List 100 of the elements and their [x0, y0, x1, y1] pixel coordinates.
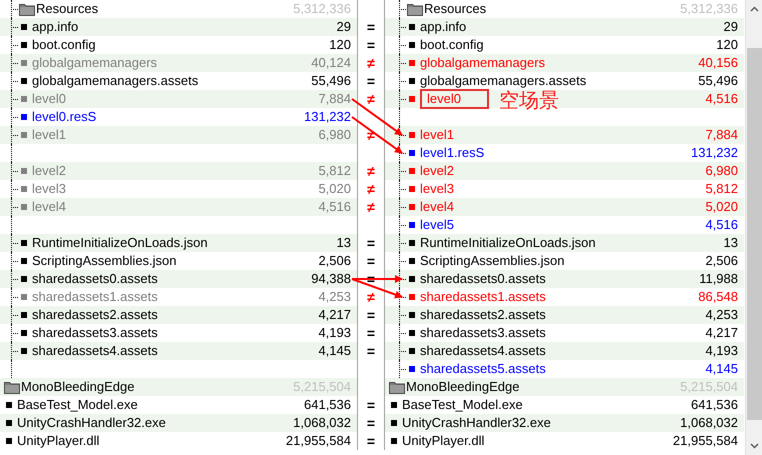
file-name[interactable]: globalgamemanagers.assets [420, 73, 586, 89]
file-size: 641,536 [691, 396, 739, 414]
arrow [351, 116, 403, 154]
file-size: 5,812 [318, 162, 352, 180]
file-name[interactable]: ScriptingAssemblies.json [32, 253, 177, 269]
compare-symbol: = [366, 433, 376, 449]
file-size: 1,068,032 [293, 414, 352, 432]
scroll-up-icon[interactable] [750, 6, 758, 12]
folder-icon [19, 2, 35, 16]
compare-symbol: = [366, 343, 376, 359]
file-size: 4,253 [318, 288, 352, 306]
file-size: 11,988 [699, 270, 739, 288]
folder-icon [4, 380, 20, 394]
file-name[interactable]: BaseTest_Model.exe [17, 397, 138, 413]
file-name[interactable]: sharedassets5.assets [420, 361, 546, 377]
file-size: 4,145 [705, 360, 739, 378]
file-name[interactable]: UnityPlayer.dll [402, 433, 484, 449]
file-name[interactable]: RuntimeInitializeOnLoads.json [420, 235, 596, 251]
file-name[interactable]: globalgamemanagers [32, 55, 158, 71]
file-size: 2,506 [705, 252, 739, 270]
compare-symbol: = [366, 73, 376, 89]
file-name[interactable]: RuntimeInitializeOnLoads.json [32, 235, 208, 251]
file-name[interactable]: level3 [32, 181, 66, 197]
file-size: 1,068,032 [680, 414, 739, 432]
file-name[interactable]: app.info [32, 19, 78, 35]
file-size: 4,217 [705, 324, 739, 342]
file-size: 29 [724, 18, 739, 36]
file-name[interactable]: globalgamemanagers [420, 55, 546, 71]
file-size: 120 [329, 36, 352, 54]
file-name[interactable]: globalgamemanagers.assets [32, 73, 198, 89]
file-size: 7,884 [705, 126, 739, 144]
compare-symbol: = [366, 307, 376, 323]
file-name[interactable]: MonoBleedingEdge [21, 379, 134, 395]
file-name[interactable]: sharedassets2.assets [32, 307, 158, 323]
file-size: 5,312,336 [293, 0, 352, 18]
file-name[interactable]: level4 [420, 199, 454, 215]
file-name[interactable]: sharedassets2.assets [420, 307, 546, 323]
file-name[interactable]: level2 [420, 163, 454, 179]
file-name[interactable]: sharedassets0.assets [32, 271, 158, 287]
file-size: 40,156 [698, 54, 739, 72]
file-name[interactable]: level2 [32, 163, 66, 179]
file-size: 4,516 [318, 198, 352, 216]
file-size: 94,388 [311, 270, 352, 288]
file-name[interactable]: level5 [420, 217, 454, 233]
folder-icon [389, 380, 405, 394]
file-name[interactable]: Resources [36, 1, 98, 17]
file-size: 4,253 [705, 306, 739, 324]
file-size: 4,516 [705, 90, 739, 108]
file-size: 13 [336, 234, 352, 252]
file-name[interactable]: boot.config [32, 37, 96, 53]
file-name[interactable]: UnityCrashHandler32.exe [17, 415, 166, 431]
file-name[interactable]: level0 [32, 91, 66, 107]
compare-symbol: ≠ [367, 289, 375, 305]
scrollbar-thumb[interactable] [746, 48, 762, 420]
file-size: 5,812 [705, 180, 739, 198]
file-name[interactable]: app.info [420, 19, 466, 35]
file-size: 131,232 [691, 144, 739, 162]
compare-symbol: ≠ [367, 91, 375, 107]
file-name[interactable]: Resources [424, 1, 486, 17]
file-size: 5,020 [318, 180, 352, 198]
file-size: 131,232 [304, 108, 352, 126]
compare-symbol: = [366, 325, 376, 341]
file-name[interactable]: BaseTest_Model.exe [402, 397, 523, 413]
file-size: 2,506 [318, 252, 352, 270]
file-size: 6,980 [705, 162, 739, 180]
compare-symbol: = [366, 235, 376, 251]
file-name[interactable]: sharedassets1.assets [420, 289, 546, 305]
file-size: 55,496 [311, 72, 352, 90]
file-size: 4,217 [318, 306, 352, 324]
compare-symbol: ≠ [367, 163, 375, 179]
compare-symbol: = [366, 253, 376, 269]
file-name[interactable]: level4 [32, 199, 66, 215]
file-size: 5,020 [705, 198, 739, 216]
scrollbar[interactable] [745, 0, 762, 455]
file-name[interactable]: level0.resS [32, 109, 96, 125]
file-name[interactable]: boot.config [420, 37, 484, 53]
file-name[interactable]: level1 [420, 127, 454, 143]
file-name[interactable]: MonoBleedingEdge [406, 379, 520, 395]
file-name[interactable]: sharedassets4.assets [420, 343, 546, 359]
file-name[interactable]: sharedassets1.assets [32, 289, 158, 305]
file-name[interactable]: UnityCrashHandler32.exe [402, 415, 551, 431]
file-size: 6,980 [318, 126, 352, 144]
file-name[interactable]: level1.resS [420, 145, 484, 161]
file-size: 29 [336, 18, 352, 36]
compare-symbol: ≠ [367, 181, 375, 197]
file-name[interactable]: sharedassets4.assets [32, 343, 158, 359]
file-name[interactable]: sharedassets3.assets [32, 325, 158, 341]
file-size: 4,193 [318, 324, 352, 342]
file-name[interactable]: sharedassets0.assets [420, 271, 546, 287]
file-name[interactable]: level1 [32, 127, 66, 143]
file-size: 7,884 [318, 90, 352, 108]
file-name[interactable]: level0 [420, 89, 489, 109]
scroll-down-icon[interactable] [750, 443, 758, 449]
file-name[interactable]: sharedassets3.assets [420, 325, 546, 341]
file-size: 641,536 [304, 396, 352, 414]
file-size: 55,496 [698, 72, 739, 90]
file-name[interactable]: UnityPlayer.dll [17, 433, 100, 449]
file-name[interactable]: level3 [420, 181, 454, 197]
file-name[interactable]: ScriptingAssemblies.json [420, 253, 565, 269]
compare-symbol: ≠ [367, 55, 375, 71]
